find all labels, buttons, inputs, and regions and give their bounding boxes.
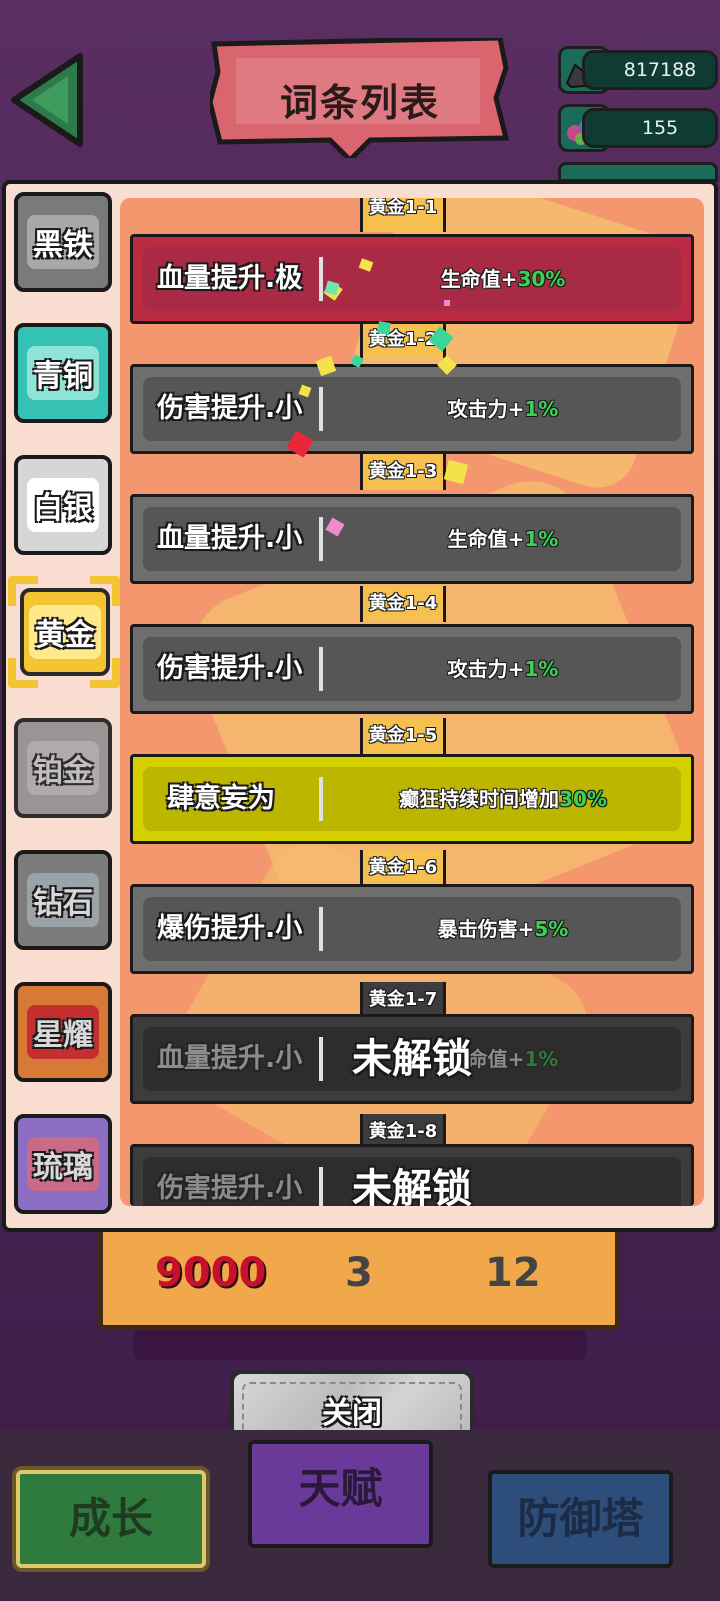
affix-effect: 攻击力+1%	[447, 657, 559, 681]
page-title: 词条列表	[279, 81, 440, 125]
affix-row-locked[interactable]: 血量提升.小 生命值+1% 未解锁	[130, 1014, 694, 1104]
level-label: 黄金1-5	[360, 718, 446, 754]
resource-third-partial	[558, 162, 718, 182]
affix-row[interactable]: 伤害提升.小 攻击力+1%	[130, 624, 694, 714]
nav-defense-tower[interactable]: 防御塔	[488, 1470, 673, 1568]
affix-effect: 生命值+1%	[447, 527, 559, 551]
level-label: 黄金1-1	[360, 198, 446, 232]
affix-row-locked[interactable]: 伤害提升.小 未解锁	[130, 1144, 694, 1206]
tab-platinum[interactable]: 铂金	[14, 718, 112, 818]
affix-effect: 暴击伤害+5%	[437, 917, 569, 941]
cost-gem-value: 3	[345, 1250, 373, 1296]
level-label: 黄金1-4	[360, 586, 446, 622]
affix-row[interactable]: 血量提升.极 生命值+30%	[130, 234, 694, 324]
affix-name: 血量提升.小	[157, 523, 303, 554]
tab-silver[interactable]: 白银	[14, 455, 112, 555]
tab-label: 青铜	[27, 346, 99, 400]
tab-label: 钻石	[27, 873, 99, 927]
resource-gems: 155	[558, 104, 720, 152]
tab-black-iron[interactable]: 黑铁	[14, 192, 112, 292]
tab-bronze[interactable]: 青铜	[14, 323, 112, 423]
affix-row[interactable]: 伤害提升.小 攻击力+1%	[130, 364, 694, 454]
tab-label: 白银	[27, 478, 99, 532]
affix-row[interactable]: 血量提升.小 生命值+1%	[130, 494, 694, 584]
cost-iron-value: 9000	[155, 1250, 267, 1296]
affix-effect: 攻击力+1%	[447, 397, 559, 421]
under-panel-shadow	[134, 1326, 586, 1360]
affix-row[interactable]: 爆伤提升.小 暴击伤害+5%	[130, 884, 694, 974]
affix-name: 伤害提升.小	[157, 653, 303, 684]
tab-label: 琉璃	[27, 1137, 99, 1191]
resource-gems-value: 155	[582, 108, 718, 148]
back-button[interactable]	[8, 50, 86, 150]
affix-effect: 生命值+30%	[440, 267, 566, 291]
tab-diamond[interactable]: 钻石	[14, 850, 112, 950]
locked-label: 未解锁	[352, 1036, 472, 1082]
affix-name: 肆意妄为	[167, 783, 275, 814]
level-label: 黄金1-3	[360, 454, 446, 490]
locked-label: 未解锁	[352, 1166, 472, 1206]
tab-label: 铂金	[27, 741, 99, 795]
nav-talent[interactable]: 天赋	[248, 1440, 433, 1548]
cost-gold-value: 12	[485, 1250, 541, 1296]
affix-row-special[interactable]: 肆意妄为 癫狂持续时间增加30%	[130, 754, 694, 844]
tab-label: 黄金	[29, 605, 101, 659]
resource-ore: 817188	[558, 46, 720, 94]
back-arrow-icon	[11, 53, 83, 147]
affix-name: 爆伤提升.小	[157, 913, 303, 944]
affix-effect: 癫狂持续时间增加30%	[399, 787, 607, 811]
level-label: 黄金1-7	[360, 982, 446, 1018]
affix-name: 血量提升.极	[157, 263, 303, 294]
resource-ore-value: 817188	[582, 50, 718, 90]
level-label: 黄金1-6	[360, 850, 446, 886]
tab-gold[interactable]: 黄金	[20, 588, 110, 676]
nav-growth[interactable]: 成长	[16, 1470, 206, 1568]
tab-star[interactable]: 星耀	[14, 982, 112, 1082]
tab-label: 黑铁	[27, 215, 99, 269]
tab-label: 星耀	[27, 1005, 99, 1059]
tab-glaze[interactable]: 琉璃	[14, 1114, 112, 1214]
